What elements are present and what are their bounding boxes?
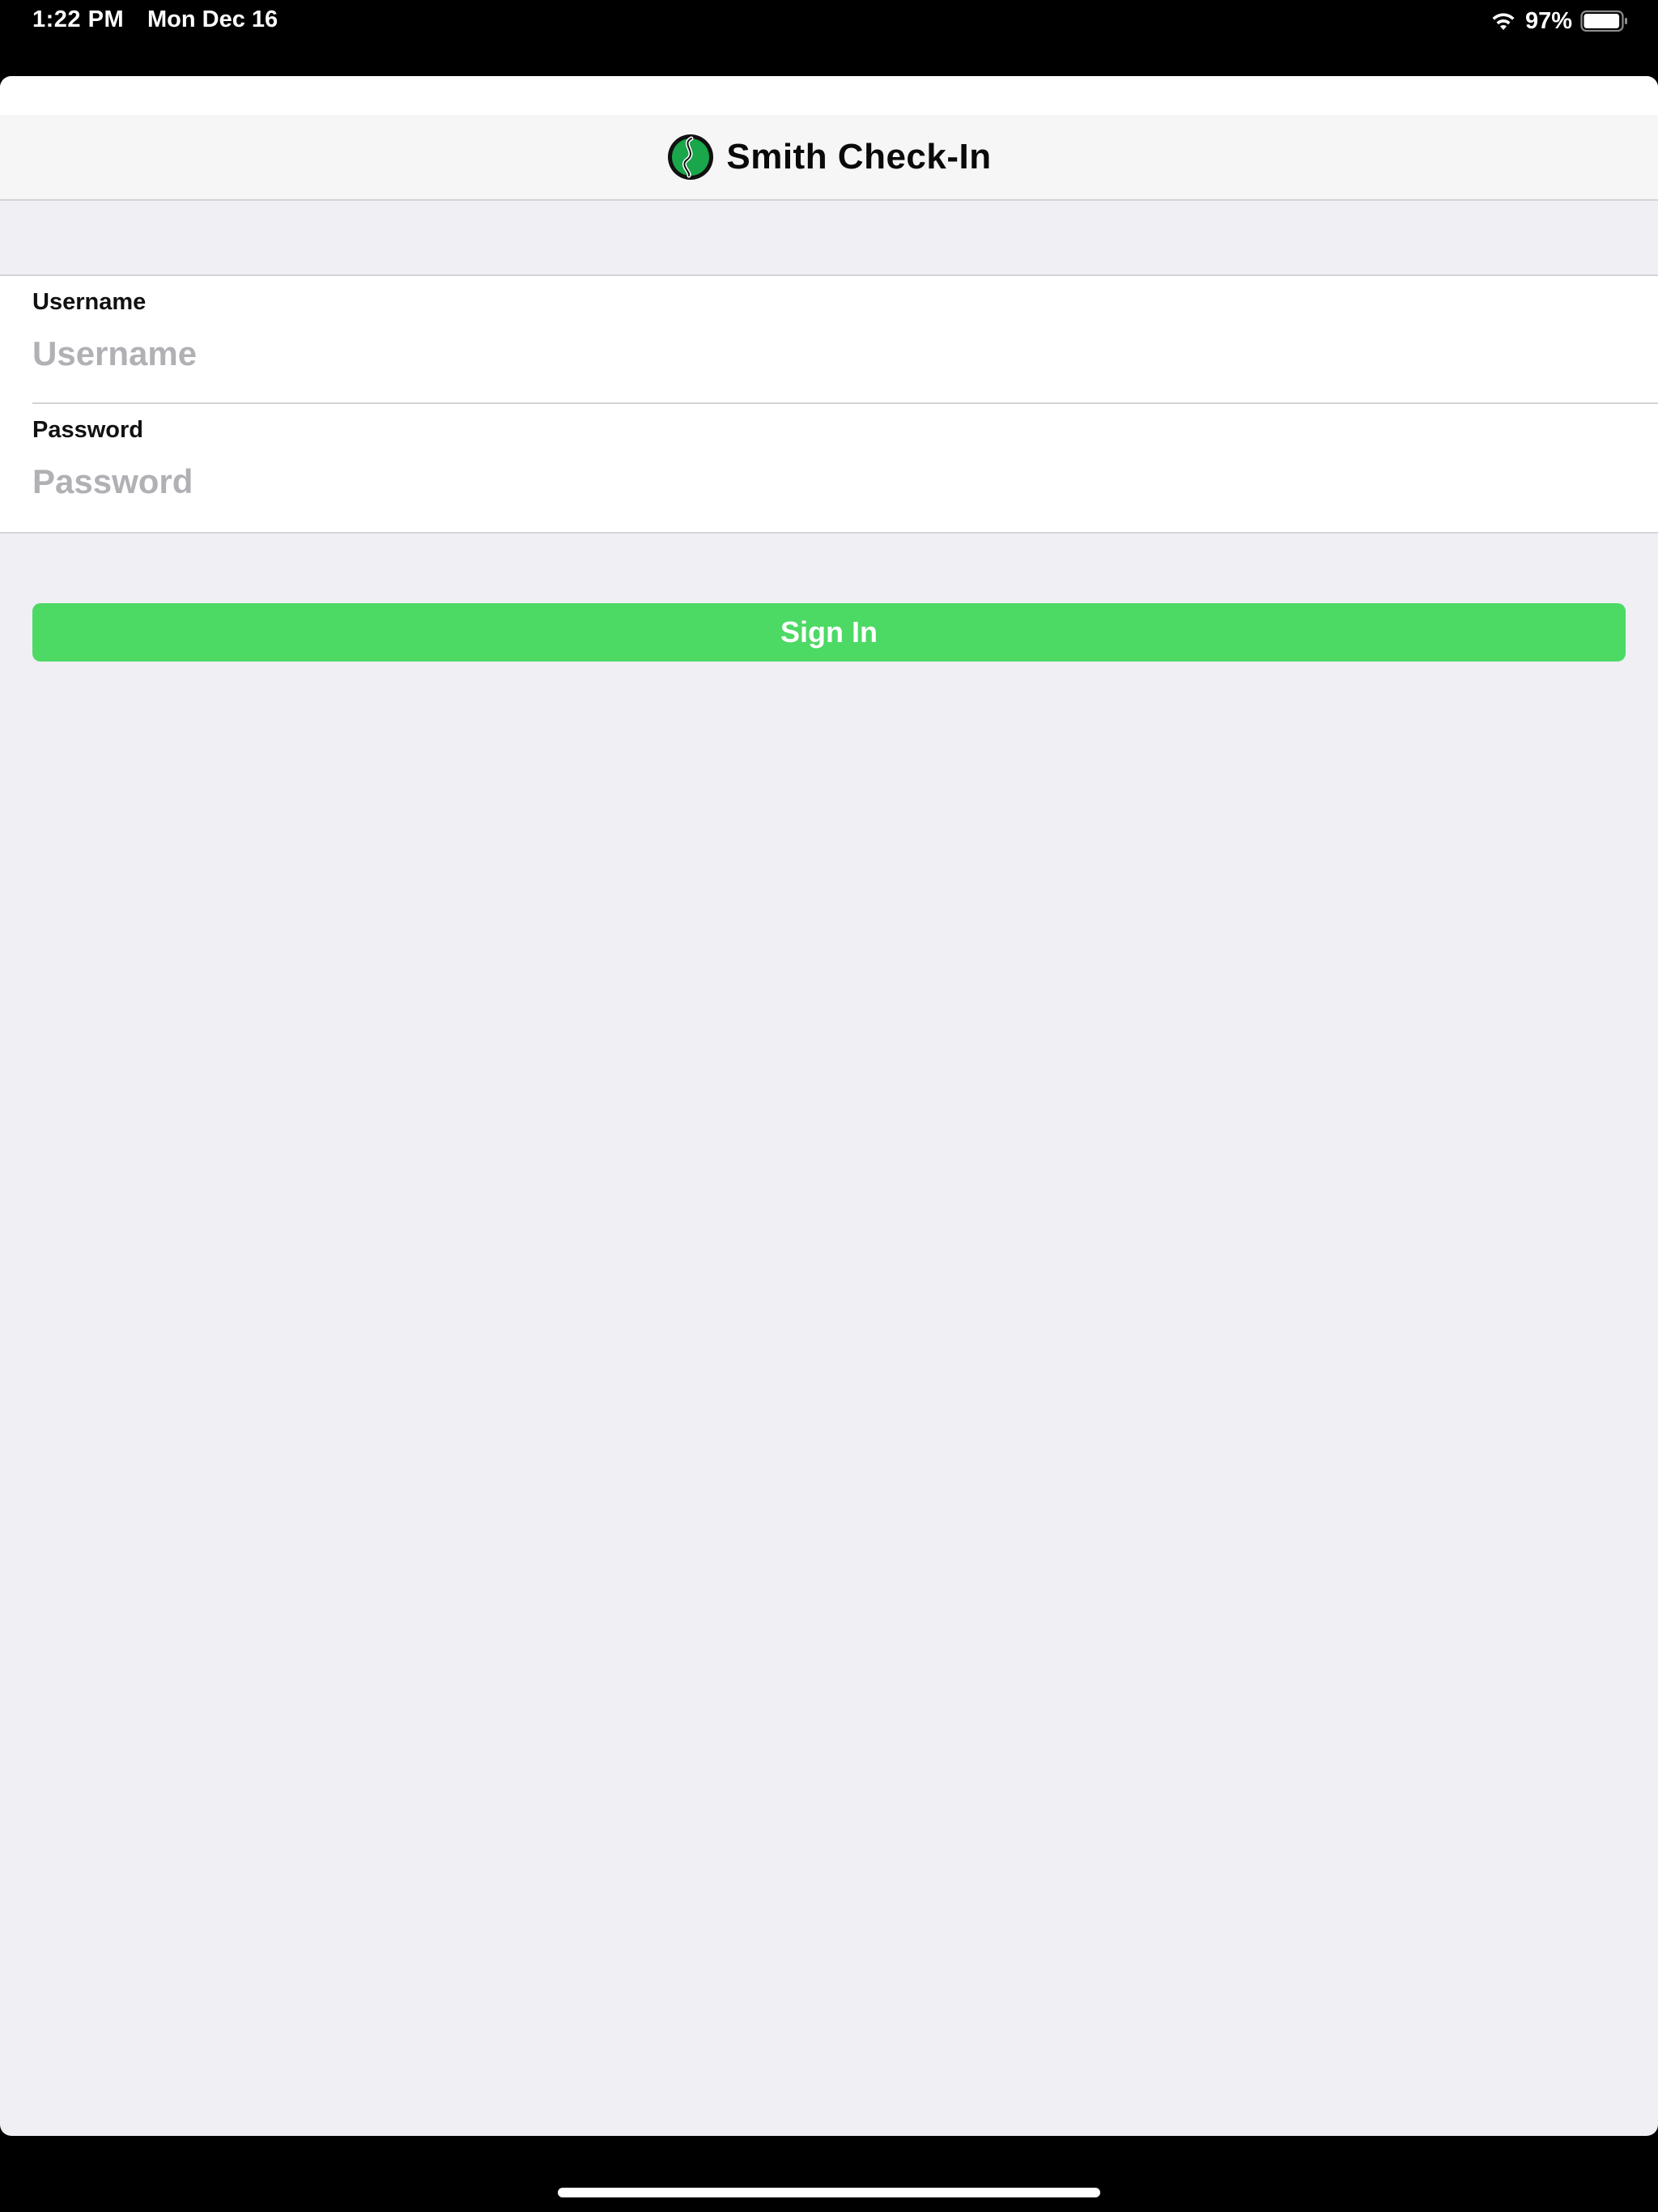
login-sheet: Smith Check-In Username Password Sign In bbox=[0, 76, 1658, 2136]
password-row: Password bbox=[0, 404, 1658, 532]
ipad-screen: 1:22 PM Mon Dec 16 97% Smith Check-In Us… bbox=[0, 0, 1658, 2212]
username-field[interactable] bbox=[32, 330, 1571, 378]
brand: Smith Check-In bbox=[666, 133, 991, 181]
navigation-bar: Smith Check-In bbox=[0, 115, 1658, 201]
smith-logo-icon bbox=[666, 133, 715, 181]
username-row: Username bbox=[32, 276, 1658, 404]
username-label: Username bbox=[32, 289, 147, 315]
login-form: Username Password bbox=[0, 274, 1658, 534]
wifi-icon bbox=[1490, 11, 1517, 32]
password-label: Password bbox=[32, 417, 143, 443]
status-bar: 1:22 PM Mon Dec 16 97% bbox=[0, 0, 1658, 76]
home-indicator bbox=[558, 2188, 1100, 2197]
sign-in-button[interactable]: Sign In bbox=[32, 603, 1626, 661]
battery-percentage: 97% bbox=[1524, 7, 1572, 34]
status-indicators: 97% bbox=[1490, 5, 1629, 37]
status-date: Mon Dec 16 bbox=[147, 6, 278, 32]
battery-icon bbox=[1580, 10, 1629, 32]
sheet-top-edge bbox=[0, 76, 1658, 115]
status-time: 1:22 PM bbox=[32, 6, 125, 32]
password-field[interactable] bbox=[32, 457, 1571, 506]
page-title: Smith Check-In bbox=[726, 137, 992, 177]
